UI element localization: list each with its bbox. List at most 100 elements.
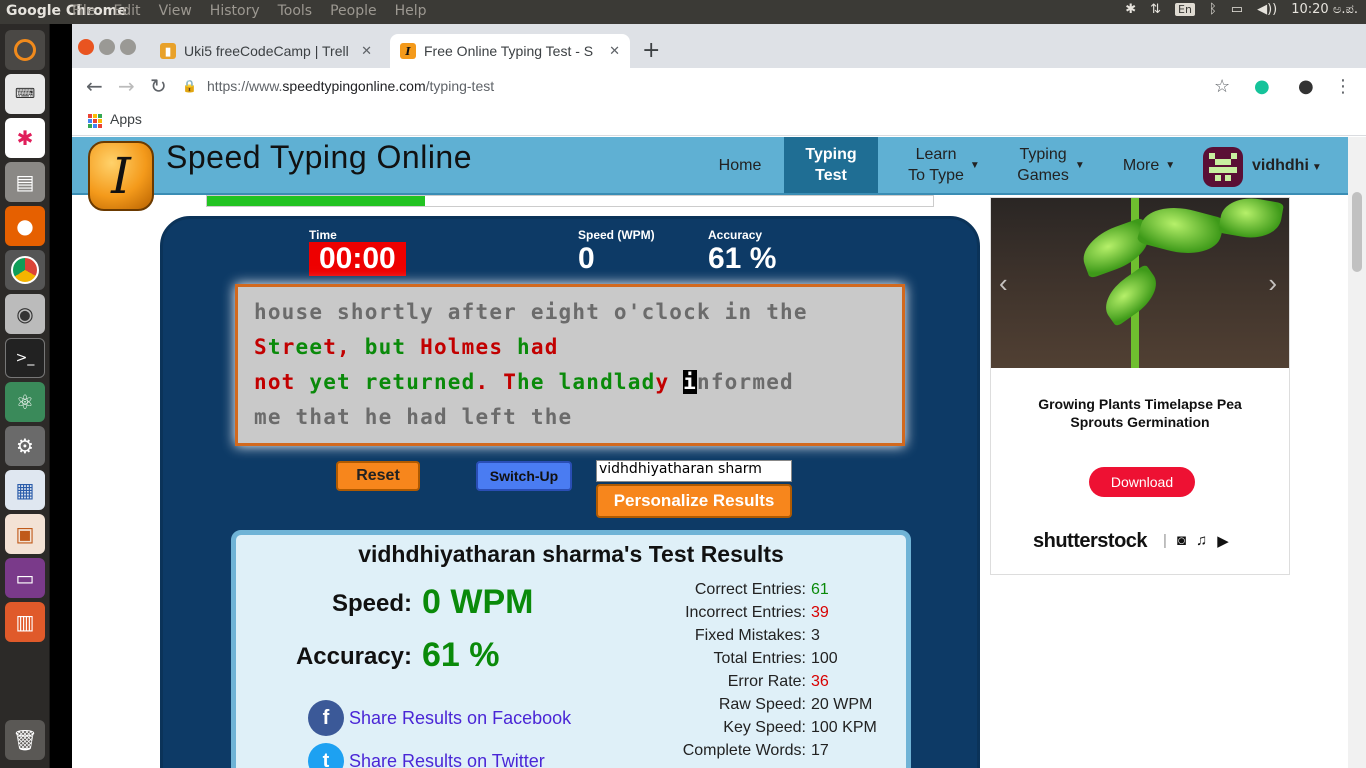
stat-key: Key Speed:: [723, 719, 806, 736]
apps-grid-icon[interactable]: [88, 114, 102, 128]
user-menu[interactable]: vidhdhi ▼: [1252, 157, 1322, 175]
caret-down-icon: ▼: [1165, 159, 1176, 171]
browser-window: ▮ Uki5 freeCodeCamp | Trell ✕ I Free Onl…: [72, 24, 1366, 768]
stat-key: Raw Speed:: [718, 696, 806, 713]
switch-up-button[interactable]: Switch-Up: [476, 461, 572, 491]
battery-icon[interactable]: ▭: [1231, 2, 1243, 17]
personalize-results-button[interactable]: Personalize Results: [596, 484, 792, 518]
close-window-button[interactable]: [78, 39, 94, 55]
impress-icon[interactable]: ▣: [5, 514, 45, 554]
volume-icon[interactable]: ◀)): [1257, 2, 1277, 17]
trash-icon[interactable]: 🗑: [5, 720, 45, 760]
speed-label: Speed (WPM): [578, 228, 655, 242]
bluetooth-icon[interactable]: ᛒ: [1209, 2, 1217, 17]
chrome-icon[interactable]: [5, 250, 45, 290]
url-path: /typing-test: [425, 78, 495, 94]
network-icon[interactable]: ⇅: [1150, 2, 1161, 17]
ad-brand-icons: | ◙ ♫ ▶: [1163, 532, 1229, 550]
close-tab-icon[interactable]: ✕: [361, 43, 372, 59]
ad-title[interactable]: Growing Plants Timelapse Pea Sprouts Ger…: [1011, 395, 1269, 431]
test-results-panel: vidhdhiyatharan sharma's Test Results Sp…: [231, 530, 911, 768]
writer-icon[interactable]: ▦: [5, 470, 45, 510]
scrollbar-thumb[interactable]: [1352, 192, 1362, 272]
share-twitter-link[interactable]: t Share Results on Twitter: [308, 743, 545, 768]
settings-icon[interactable]: ⚙: [5, 426, 45, 466]
nav-home-label: Home: [718, 156, 762, 174]
screen-app-icon[interactable]: ▭: [5, 558, 45, 598]
ad-image[interactable]: ‹ ›: [991, 198, 1289, 368]
ad-prev-icon[interactable]: ‹: [999, 268, 1008, 299]
nav-label-line1: Typing: [805, 146, 857, 163]
bookmark-star-icon[interactable]: ☆: [1214, 76, 1230, 97]
stat-key: Total Entries:: [713, 650, 806, 667]
stat-value: 100 KPM: [811, 719, 877, 736]
reset-button[interactable]: Reset: [336, 461, 420, 491]
firefox-icon[interactable]: ●: [5, 206, 45, 246]
menu-history[interactable]: History: [210, 3, 260, 19]
back-icon[interactable]: ←: [86, 74, 103, 98]
page-scrollbar[interactable]: [1348, 137, 1366, 768]
stat-value: 39: [811, 604, 829, 621]
menu-kebab-icon[interactable]: ⋮: [1334, 76, 1352, 97]
test-progress-bar: [206, 195, 934, 207]
ad-download-button[interactable]: Download: [1089, 467, 1195, 497]
typing-test-panel: Time 00:00 Speed (WPM) 0 Accuracy 61 % h…: [160, 216, 980, 768]
nav-typing-test[interactable]: Typing Test: [784, 137, 878, 193]
menu-help[interactable]: Help: [395, 3, 427, 19]
menu-file[interactable]: File: [72, 3, 95, 19]
close-tab-icon[interactable]: ✕: [609, 43, 620, 59]
stat-row: Key Speed: 100 KPM: [636, 719, 936, 741]
files-icon[interactable]: ▤: [5, 162, 45, 202]
maximize-window-button[interactable]: [120, 39, 136, 55]
address-bar[interactable]: 🔒 https://www. speedtypingonline.com/typi…: [182, 72, 1257, 100]
camera-icon: ◙: [1176, 532, 1186, 549]
typing-text-box[interactable]: house shortly after eight o'clock in the…: [235, 284, 905, 446]
archive-icon[interactable]: ▥: [5, 602, 45, 642]
results-title: vidhdhiyatharan sharma's Test Results: [358, 541, 784, 567]
menu-edit[interactable]: Edit: [113, 3, 140, 19]
site-title[interactable]: Speed Typing Online: [166, 139, 472, 176]
tab-title: Free Online Typing Test - S: [424, 43, 594, 59]
stat-value: 17: [811, 742, 829, 759]
stat-row: Fixed Mistakes: 3: [636, 627, 936, 649]
new-tab-button[interactable]: +: [642, 38, 660, 63]
name-input[interactable]: vidhdhiyatharan sharm: [596, 460, 792, 482]
web-page: I Speed Typing Online Home Typing Test Le…: [72, 137, 1348, 768]
menu-tools[interactable]: Tools: [278, 3, 313, 19]
lock-icon[interactable]: 🔒: [182, 79, 197, 93]
stat-value: 100: [811, 650, 838, 667]
tab-typing-test[interactable]: I Free Online Typing Test - S ✕: [390, 34, 630, 68]
camera-app-icon[interactable]: ◉: [5, 294, 45, 334]
clock[interactable]: 10:20 ಅ.ಪ.: [1291, 2, 1358, 17]
nav-typing-games[interactable]: Typing Games ▼: [1006, 137, 1096, 193]
minimize-window-button[interactable]: [99, 39, 115, 55]
menu-view[interactable]: View: [159, 3, 192, 19]
ubuntu-dash-icon[interactable]: [5, 30, 45, 70]
nav-learn-to-type[interactable]: Learn To Type ▼: [894, 137, 994, 193]
share-facebook-link[interactable]: f Share Results on Facebook: [308, 700, 571, 736]
menu-people[interactable]: People: [330, 3, 377, 19]
ad-next-icon[interactable]: ›: [1268, 268, 1277, 299]
forward-icon[interactable]: →: [118, 74, 135, 98]
slack-icon[interactable]: ✱: [5, 118, 45, 158]
stat-key: Incorrect Entries:: [685, 604, 806, 621]
advertisement[interactable]: ‹ › Growing Plants Timelapse Pea Sprouts…: [990, 197, 1290, 575]
profile-avatar[interactable]: ●: [1298, 76, 1314, 97]
stat-row: Total Entries: 100: [636, 650, 936, 672]
text-line-3: not yet returned. The landlady informed: [254, 370, 794, 394]
ad-brand-logo: shutterstock: [1033, 530, 1148, 552]
keyboard-layout-indicator[interactable]: En: [1175, 3, 1195, 16]
site-logo[interactable]: I: [88, 141, 154, 211]
slack-tray-icon[interactable]: ✱: [1125, 2, 1136, 17]
nav-more[interactable]: More ▼: [1112, 137, 1186, 193]
nav-home[interactable]: Home: [704, 137, 776, 193]
user-avatar[interactable]: [1203, 147, 1243, 187]
grammarly-icon[interactable]: ●: [1254, 76, 1270, 97]
terminal-icon[interactable]: >_: [5, 338, 45, 378]
keyboard-app-icon[interactable]: ⌨: [5, 74, 45, 114]
tab-trello[interactable]: ▮ Uki5 freeCodeCamp | Trell ✕: [150, 34, 382, 68]
reload-icon[interactable]: ↻: [150, 74, 167, 98]
stat-key: Correct Entries:: [694, 581, 806, 598]
atom-icon[interactable]: ⚛: [5, 382, 45, 422]
bookmark-apps[interactable]: Apps: [110, 111, 142, 127]
